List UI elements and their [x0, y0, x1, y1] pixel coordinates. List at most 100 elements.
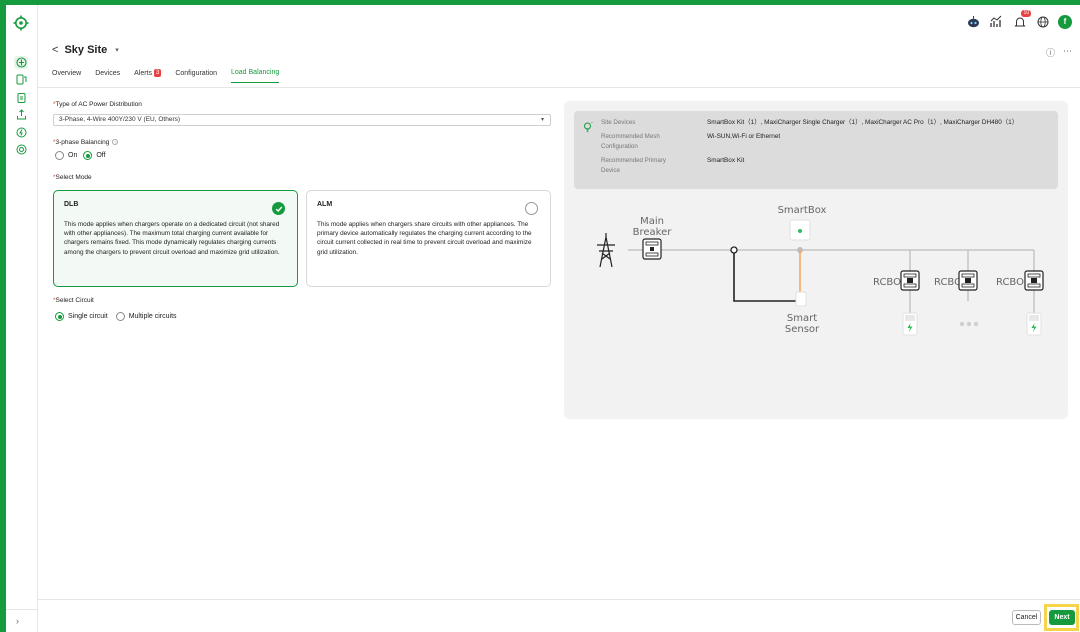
site-devices-label: Site Devices [601, 119, 636, 126]
single-circuit-radio[interactable] [55, 312, 64, 321]
rcbo-unit: RCBO [873, 270, 920, 291]
recommendation-box: Site Devices SmartBox Kit（1）, MaxiCharge… [574, 111, 1058, 189]
info-icon[interactable]: ⓘ [1046, 46, 1055, 59]
sidebar-item-energy[interactable] [14, 126, 28, 139]
back-icon[interactable]: < [52, 44, 58, 56]
footer-divider [38, 599, 1080, 600]
expand-rail-icon[interactable]: › [16, 616, 19, 626]
multiple-circuits-radio[interactable] [115, 312, 125, 321]
rcbo-label: RCBO [996, 277, 1024, 288]
circuit-radio-group: Single circuit Multiple circuits [55, 312, 177, 321]
rcbo-label: RCBO [934, 277, 962, 288]
sensor-clamp-line [733, 253, 799, 302]
ac-distribution-value: 3-Phase, 4-Wire 400Y/230 V (EU, Others) [59, 116, 181, 123]
power-tower-icon [597, 233, 615, 268]
notification-count-badge: 10 [1021, 10, 1031, 17]
mesh-label-line1: Recommended Mesh [601, 133, 660, 140]
mesh-value: Wi-SUN,Wi-Fi or Ethernet [707, 133, 781, 140]
junction-node [730, 246, 738, 254]
site-icon [15, 57, 27, 68]
target-icon [16, 144, 26, 155]
next-button-highlight [1044, 604, 1079, 631]
mode-card-alm[interactable]: ALM This mode applies when chargers shar… [306, 190, 551, 287]
selected-check-icon [272, 202, 285, 215]
ev-charger-icon [1026, 312, 1042, 336]
balancing-off-radio[interactable] [83, 151, 93, 160]
tab-configuration[interactable]: Configuration [175, 69, 217, 83]
rail-divider [6, 609, 38, 610]
page-title-row: < Sky Site ▾ [52, 44, 119, 56]
site-switch-chevron-icon[interactable]: ▾ [115, 46, 119, 54]
multiple-circuits-label: Multiple circuits [128, 313, 177, 320]
clipboard-icon [17, 93, 25, 103]
sidebar-item-settings[interactable] [14, 143, 28, 156]
ac-distribution-select[interactable]: 3-Phase, 4-Wire 400Y/230 V (EU, Others) … [53, 114, 551, 126]
smart-sensor-label-1: Smart [787, 313, 817, 324]
primary-value: SmartBox Kit [707, 157, 745, 164]
select-circuit-label: *Select Circuit [53, 297, 94, 304]
rcbo-label: RCBO [873, 277, 901, 288]
tab-label: Devices [95, 69, 121, 77]
main-breaker-icon [642, 238, 662, 260]
primary-label-line1: Recommended Primary [601, 157, 666, 164]
sidebar-item-sites[interactable] [14, 56, 28, 69]
analytics-icon[interactable] [989, 14, 1004, 29]
left-rail: › [6, 5, 38, 632]
tab-load-balancing[interactable]: Load Balancing [230, 69, 280, 83]
cancel-button[interactable]: Cancel [1012, 610, 1041, 625]
app-logo-icon[interactable] [13, 15, 29, 31]
header-toolbar: 10 f [966, 10, 1072, 29]
page-title: Sky Site [64, 44, 108, 56]
tab-overview[interactable]: Overview [52, 69, 81, 83]
balancing-label: *3-phase Balancing? [53, 139, 119, 146]
help-icon: ? [112, 139, 119, 146]
balancing-off-label: Off [96, 152, 106, 159]
more-dots [959, 321, 979, 327]
ac-distribution-label: *Type of AC Power Distribution [53, 101, 142, 108]
mode-description: This mode applies when chargers operate … [64, 221, 280, 256]
mode-description: This mode applies when chargers share ci… [317, 221, 532, 256]
sidebar-item-devices[interactable] [14, 73, 28, 86]
tab-bar: Overview Devices Alerts 3 Configuration L… [52, 69, 280, 83]
assistant-robot-icon[interactable] [966, 14, 981, 29]
language-globe-icon[interactable] [1035, 14, 1050, 29]
tab-devices[interactable]: Devices [95, 69, 120, 83]
balancing-radio-group: On Off [55, 151, 106, 160]
charger-icon [16, 74, 26, 85]
primary-label-line2: Device [601, 167, 620, 174]
main-breaker-label-2: Breaker [633, 227, 673, 238]
title-actions: ⓘ ⋯ [1046, 46, 1072, 59]
tab-label: Load Balancing [230, 69, 280, 76]
single-circuit-label: Single circuit [68, 313, 108, 320]
rcbo-unit: RCBO [996, 270, 1044, 291]
mesh-label-line2: Configuration [601, 143, 638, 150]
tab-label: Alerts [134, 69, 152, 77]
tab-alerts[interactable]: Alerts 3 [134, 69, 162, 83]
mode-card-dlb[interactable]: DLB This mode applies when chargers oper… [53, 190, 298, 287]
energy-icon [16, 127, 26, 138]
more-icon[interactable]: ⋯ [1063, 46, 1072, 59]
smart-sensor-device [795, 291, 807, 307]
smart-sensor-label-2: Sensor [785, 324, 820, 335]
ev-charger-icon [902, 312, 918, 336]
sidebar-item-upload[interactable] [14, 108, 28, 121]
balancing-on-label: On [68, 152, 78, 159]
upload-icon [16, 109, 26, 120]
tab-label: Configuration [175, 69, 217, 77]
tab-label: Overview [52, 69, 82, 77]
topology-diagram: Main Breaker SmartBox Smart Sensor RCBO [597, 205, 1044, 336]
notification-bell-icon[interactable]: 10 [1012, 10, 1031, 29]
alerts-count-badge: 3 [154, 69, 162, 77]
sidebar-item-reports[interactable] [14, 91, 28, 104]
user-avatar[interactable]: f [1058, 14, 1072, 29]
tab-divider [38, 87, 1080, 88]
lightbulb-icon [584, 122, 593, 133]
mode-title: DLB [64, 201, 79, 208]
select-mode-label: *Select Mode [53, 174, 92, 181]
balancing-on-radio[interactable] [55, 151, 64, 160]
site-devices-value: SmartBox Kit（1）, MaxiCharger Single Char… [707, 119, 1019, 126]
smartbox-status-led [798, 229, 802, 233]
chevron-down-icon: ▾ [540, 117, 544, 123]
rcbo-unit: RCBO [934, 270, 978, 291]
mode-title: ALM [317, 201, 333, 208]
